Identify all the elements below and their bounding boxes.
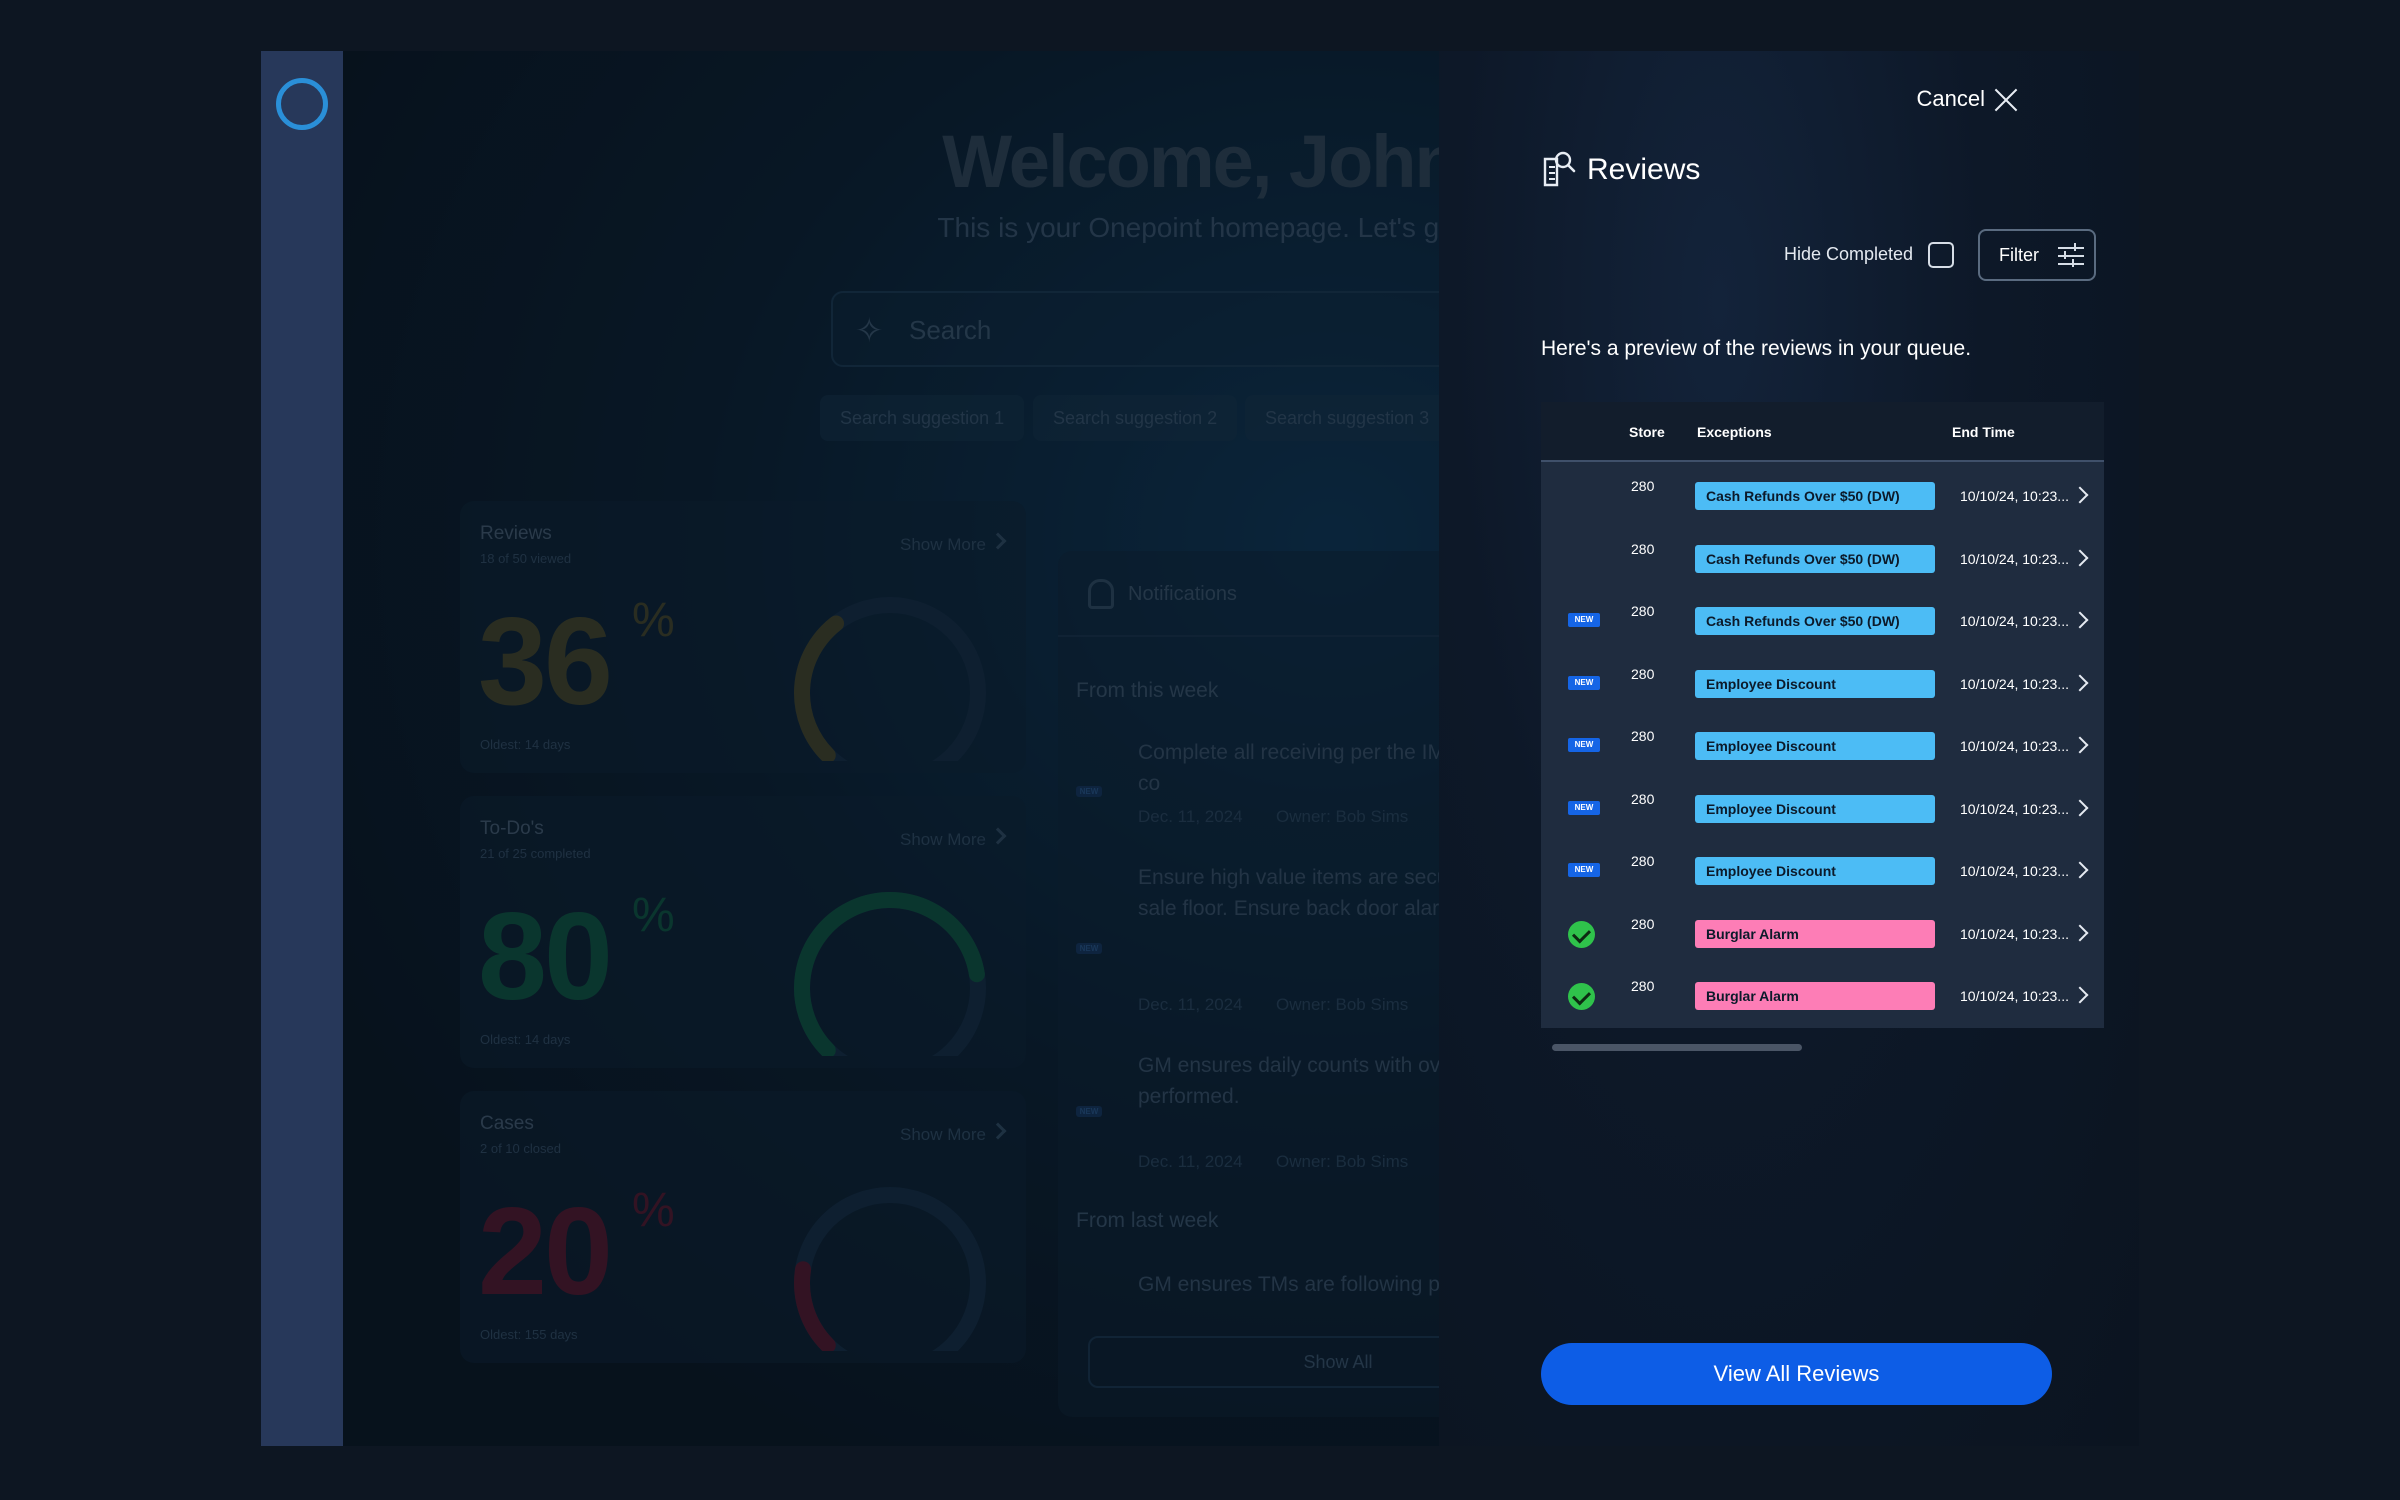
- chevron-right-icon[interactable]: [2071, 549, 2089, 566]
- preview-text: Here's a preview of the reviews in your …: [1541, 337, 1972, 360]
- close-icon[interactable]: [1994, 88, 2018, 112]
- exception-tag: Cash Refunds Over $50 (DW): [1695, 607, 1935, 635]
- new-badge: NEW: [1568, 613, 1600, 627]
- reviews-table: Store Exceptions End Time 280 Cash Refund…: [1541, 402, 2104, 1028]
- exception-tag: Burglar Alarm: [1695, 919, 1935, 948]
- table-header: Store Exceptions End Time: [1541, 402, 2104, 462]
- end-time-cell: 10/10/24, 10:23...: [1960, 675, 2069, 692]
- cancel-button[interactable]: Cancel: [1917, 86, 1985, 112]
- store-cell: 280: [1631, 540, 1655, 557]
- table-row[interactable]: NEW 280 Employee Discount 10/10/24, 10:23..…: [1541, 839, 2104, 901]
- store-cell: 280: [1631, 478, 1655, 494]
- exception-tag: Employee Discount: [1695, 669, 1935, 698]
- table-row[interactable]: 280 Cash Refunds Over $50 (DW) 10/10/24, 1…: [1541, 527, 2104, 589]
- column-end-time[interactable]: End Time: [1952, 424, 2015, 440]
- filter-button[interactable]: Filter: [1978, 229, 2096, 281]
- store-cell: 280: [1631, 603, 1655, 619]
- store-cell: 280: [1631, 978, 1655, 994]
- hide-completed-label: Hide Completed: [1784, 244, 1914, 264]
- end-time-cell: 10/10/24, 10:23...: [1960, 613, 2069, 629]
- exception-tag: Employee Discount: [1695, 794, 1935, 823]
- chevron-right-icon[interactable]: [2071, 736, 2089, 754]
- exception-tag: Employee Discount: [1695, 857, 1935, 885]
- exception-tag: Cash Refunds Over $50 (DW): [1695, 544, 1935, 573]
- end-time-cell: 10/10/24, 10:23...: [1960, 488, 2069, 504]
- new-badge: NEW: [1568, 863, 1600, 877]
- end-time-cell: 10/10/24, 10:23...: [1960, 988, 2069, 1004]
- table-row[interactable]: NEW 280 Employee Discount 10/10/24, 10:23..…: [1541, 714, 2104, 776]
- drawer-title: Reviews: [1587, 153, 1701, 186]
- column-store[interactable]: Store: [1629, 424, 1665, 440]
- end-time-cell: 10/10/24, 10:23...: [1960, 925, 2069, 942]
- chevron-right-icon[interactable]: [2071, 799, 2089, 816]
- chevron-right-icon[interactable]: [2071, 924, 2089, 941]
- hide-completed-checkbox[interactable]: [1928, 242, 1954, 268]
- table-row[interactable]: NEW 280 Cash Refunds Over $50 (DW) 10/10/24…: [1541, 589, 2104, 651]
- end-time-cell: 10/10/24, 10:23...: [1960, 738, 2069, 754]
- store-cell: 280: [1631, 728, 1655, 744]
- completed-check-icon: [1568, 920, 1595, 948]
- exception-tag: Cash Refunds Over $50 (DW): [1695, 482, 1935, 510]
- table-row[interactable]: 280 Burglar Alarm 10/10/24, 10:23...: [1541, 964, 2104, 1026]
- table-row[interactable]: NEW 280 Employee Discount 10/10/24, 10:23..…: [1541, 777, 2104, 839]
- app-window: Welcome, John This is your Onepoint home…: [261, 51, 2139, 1446]
- store-cell: 280: [1631, 665, 1655, 682]
- filter-label: Filter: [1999, 245, 2039, 265]
- document-search-icon: [1543, 151, 1576, 187]
- chevron-right-icon[interactable]: [2071, 486, 2089, 504]
- table-row[interactable]: 280 Burglar Alarm 10/10/24, 10:23...: [1541, 902, 2104, 964]
- side-rail: [261, 51, 343, 1446]
- view-all-reviews-button[interactable]: View All Reviews: [1541, 1343, 2052, 1405]
- table-row[interactable]: 280 Cash Refunds Over $50 (DW) 10/10/24, 1…: [1541, 464, 2104, 526]
- reviews-drawer: Cancel Reviews Hide Completed Filter Her…: [1439, 51, 2139, 1446]
- new-badge: NEW: [1568, 738, 1600, 752]
- completed-check-icon: [1568, 983, 1595, 1010]
- exception-tag: Burglar Alarm: [1695, 982, 1935, 1010]
- end-time-cell: 10/10/24, 10:23...: [1960, 550, 2069, 567]
- table-row[interactable]: NEW 280 Employee Discount 10/10/24, 10:23..…: [1541, 652, 2104, 714]
- new-badge: NEW: [1568, 800, 1600, 815]
- column-exceptions[interactable]: Exceptions: [1697, 424, 1772, 440]
- store-cell: 280: [1631, 790, 1655, 807]
- store-cell: 280: [1631, 915, 1655, 932]
- store-cell: 280: [1631, 853, 1655, 869]
- chevron-right-icon[interactable]: [2071, 674, 2089, 691]
- chevron-right-icon[interactable]: [2071, 611, 2089, 629]
- end-time-cell: 10/10/24, 10:23...: [1960, 863, 2069, 879]
- new-badge: NEW: [1568, 675, 1600, 690]
- exception-tag: Employee Discount: [1695, 732, 1935, 760]
- chevron-right-icon[interactable]: [2071, 986, 2089, 1004]
- chevron-right-icon[interactable]: [2071, 861, 2089, 879]
- end-time-cell: 10/10/24, 10:23...: [1960, 800, 2069, 817]
- sliders-icon: [2058, 243, 2084, 267]
- horizontal-scrollbar[interactable]: [1552, 1044, 1802, 1051]
